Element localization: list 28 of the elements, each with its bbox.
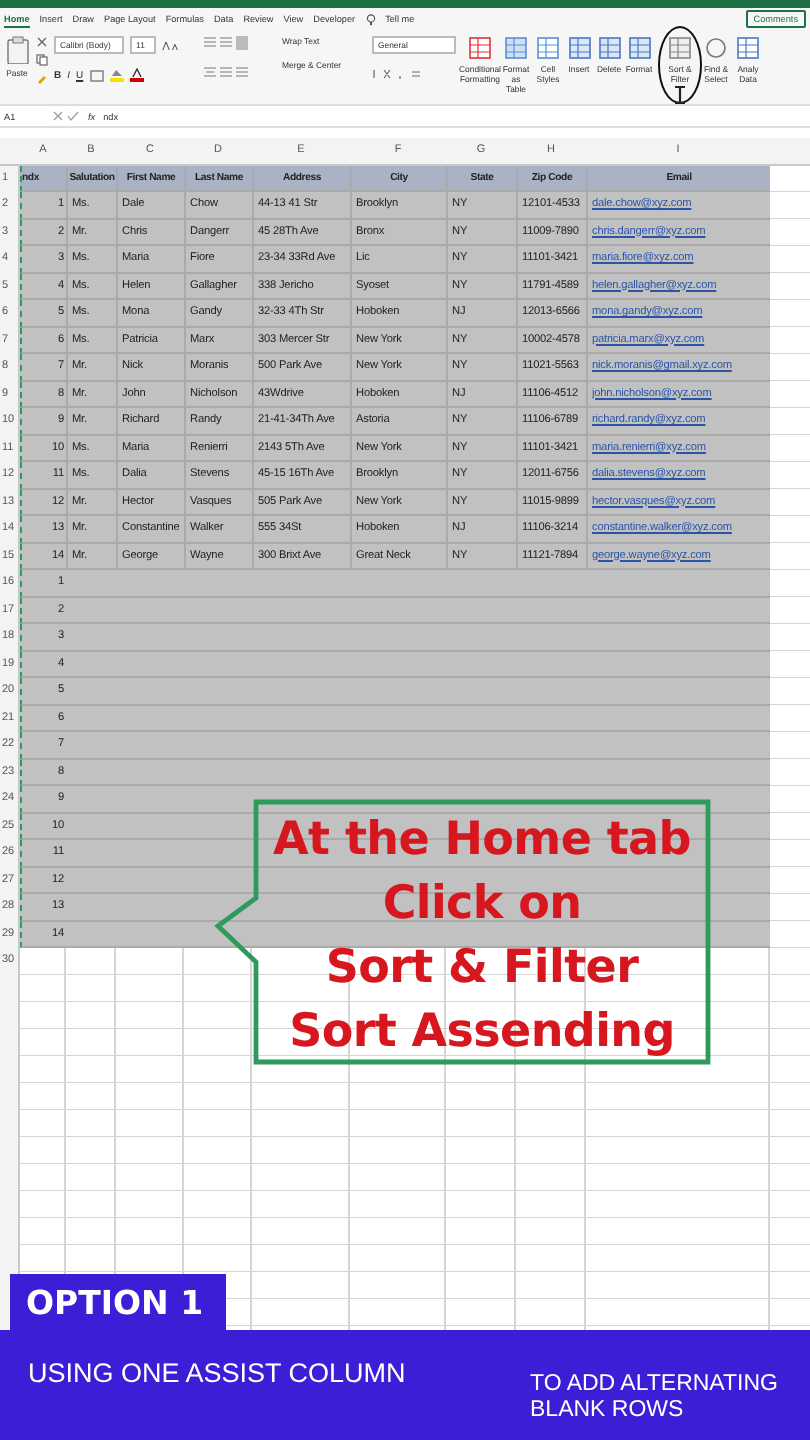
font-color-icon [129, 68, 144, 82]
grid-icon [567, 36, 591, 60]
banner-note: TO ADD ALTERNATING BLANK ROWS [530, 1372, 780, 1424]
grid-icon [504, 36, 528, 60]
align-top-icon [204, 36, 248, 50]
callout-text: Sort & Filter [325, 940, 639, 998]
callout-text: At the Home tab [273, 812, 691, 870]
option-label: OPTION 1 [10, 1274, 226, 1330]
fill-color-icon [109, 68, 124, 82]
grid-icon [736, 36, 760, 60]
grid-icon [468, 36, 492, 60]
cancel-confirm-icon [52, 110, 80, 122]
grid-icon [597, 36, 621, 60]
grid-icon [627, 36, 651, 60]
copy-icon [36, 54, 48, 66]
align-text-icon [204, 66, 248, 80]
scissors-icon [36, 36, 48, 48]
grid-icon [536, 36, 560, 60]
border-icon [89, 69, 104, 81]
clipboard-icon [5, 36, 29, 64]
grid-icon [668, 36, 692, 60]
callout-text: Click on [382, 876, 582, 934]
text-cursor-icon [674, 85, 686, 104]
banner-title: USING ONE ASSIST COLUMN [28, 1358, 406, 1388]
lightbulb-icon [365, 13, 376, 25]
callout-text: Sort Assending [289, 1004, 675, 1062]
font-size-icon [162, 39, 182, 51]
format-painter-icon [36, 72, 48, 84]
